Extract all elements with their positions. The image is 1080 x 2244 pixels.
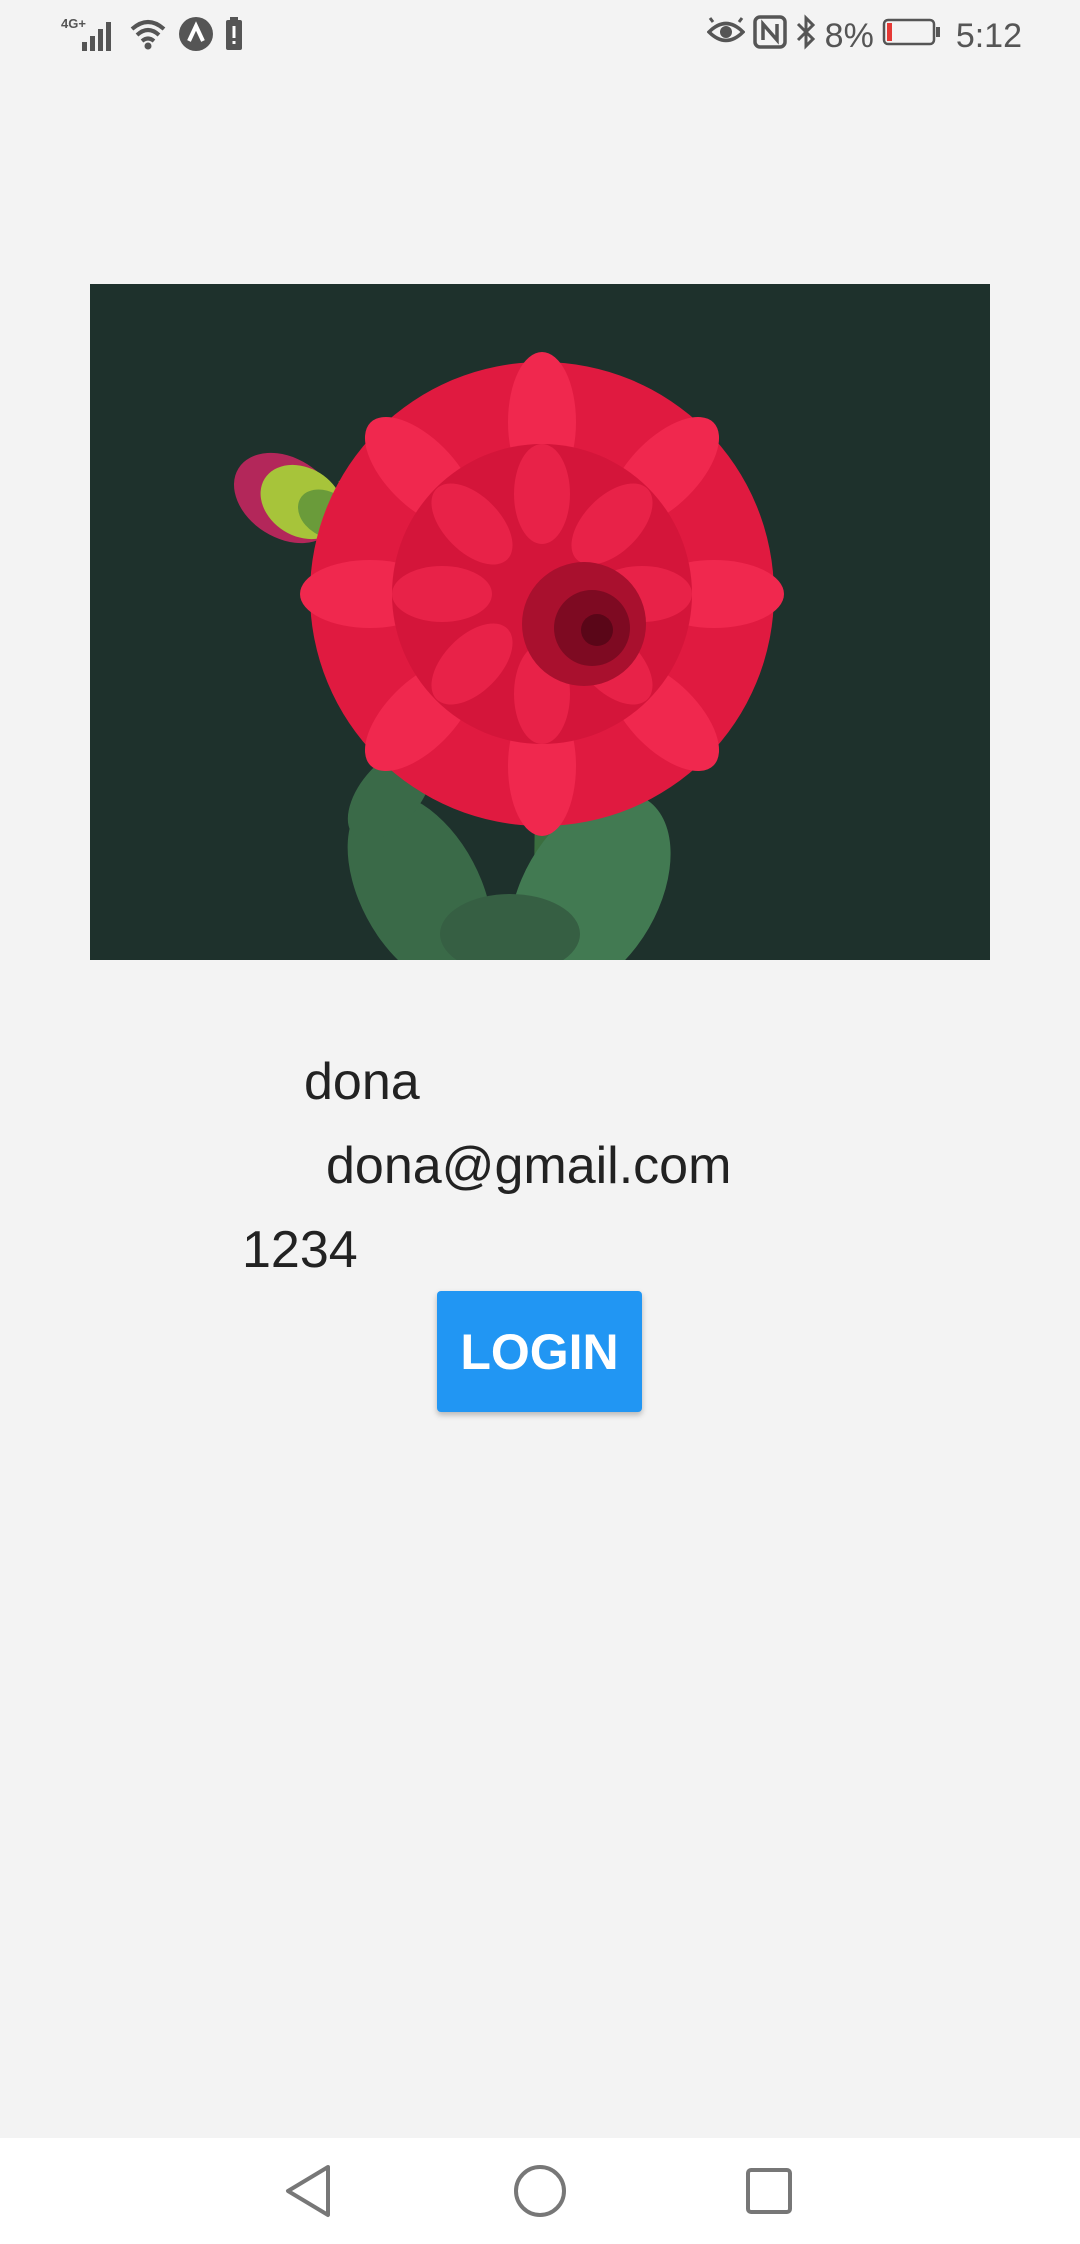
back-icon	[286, 2165, 330, 2217]
home-icon	[514, 2165, 566, 2217]
home-button[interactable]	[505, 2156, 575, 2226]
battery-percent: 8%	[824, 16, 874, 55]
wifi-icon	[128, 17, 168, 56]
recents-button[interactable]	[734, 2156, 804, 2226]
hero-image	[90, 284, 990, 960]
status-bar: 4G+ 8% 5:12	[0, 0, 1080, 72]
app-notification-icon	[178, 16, 214, 57]
status-left-icons: 4G+	[60, 14, 244, 58]
status-right-icons: 8% 5:12	[706, 13, 1022, 59]
username-field[interactable]: dona	[304, 1052, 420, 1112]
nfc-icon	[752, 14, 787, 58]
navigation-bar	[0, 2138, 1080, 2244]
battery-alert-icon	[224, 16, 244, 56]
back-button[interactable]	[273, 2156, 343, 2226]
eye-comfort-icon	[706, 16, 746, 56]
password-field[interactable]: 1234	[242, 1220, 358, 1280]
network-type-label: 4G+	[61, 16, 86, 31]
signal-icon: 4G+	[60, 14, 118, 59]
battery-icon	[882, 17, 942, 56]
recents-icon	[746, 2168, 792, 2214]
dahlia-flower-image	[90, 284, 990, 960]
status-time: 5:12	[955, 16, 1022, 55]
login-button[interactable]: LOGIN	[437, 1291, 642, 1412]
bluetooth-icon	[795, 13, 817, 59]
email-field[interactable]: dona@gmail.com	[326, 1136, 731, 1196]
